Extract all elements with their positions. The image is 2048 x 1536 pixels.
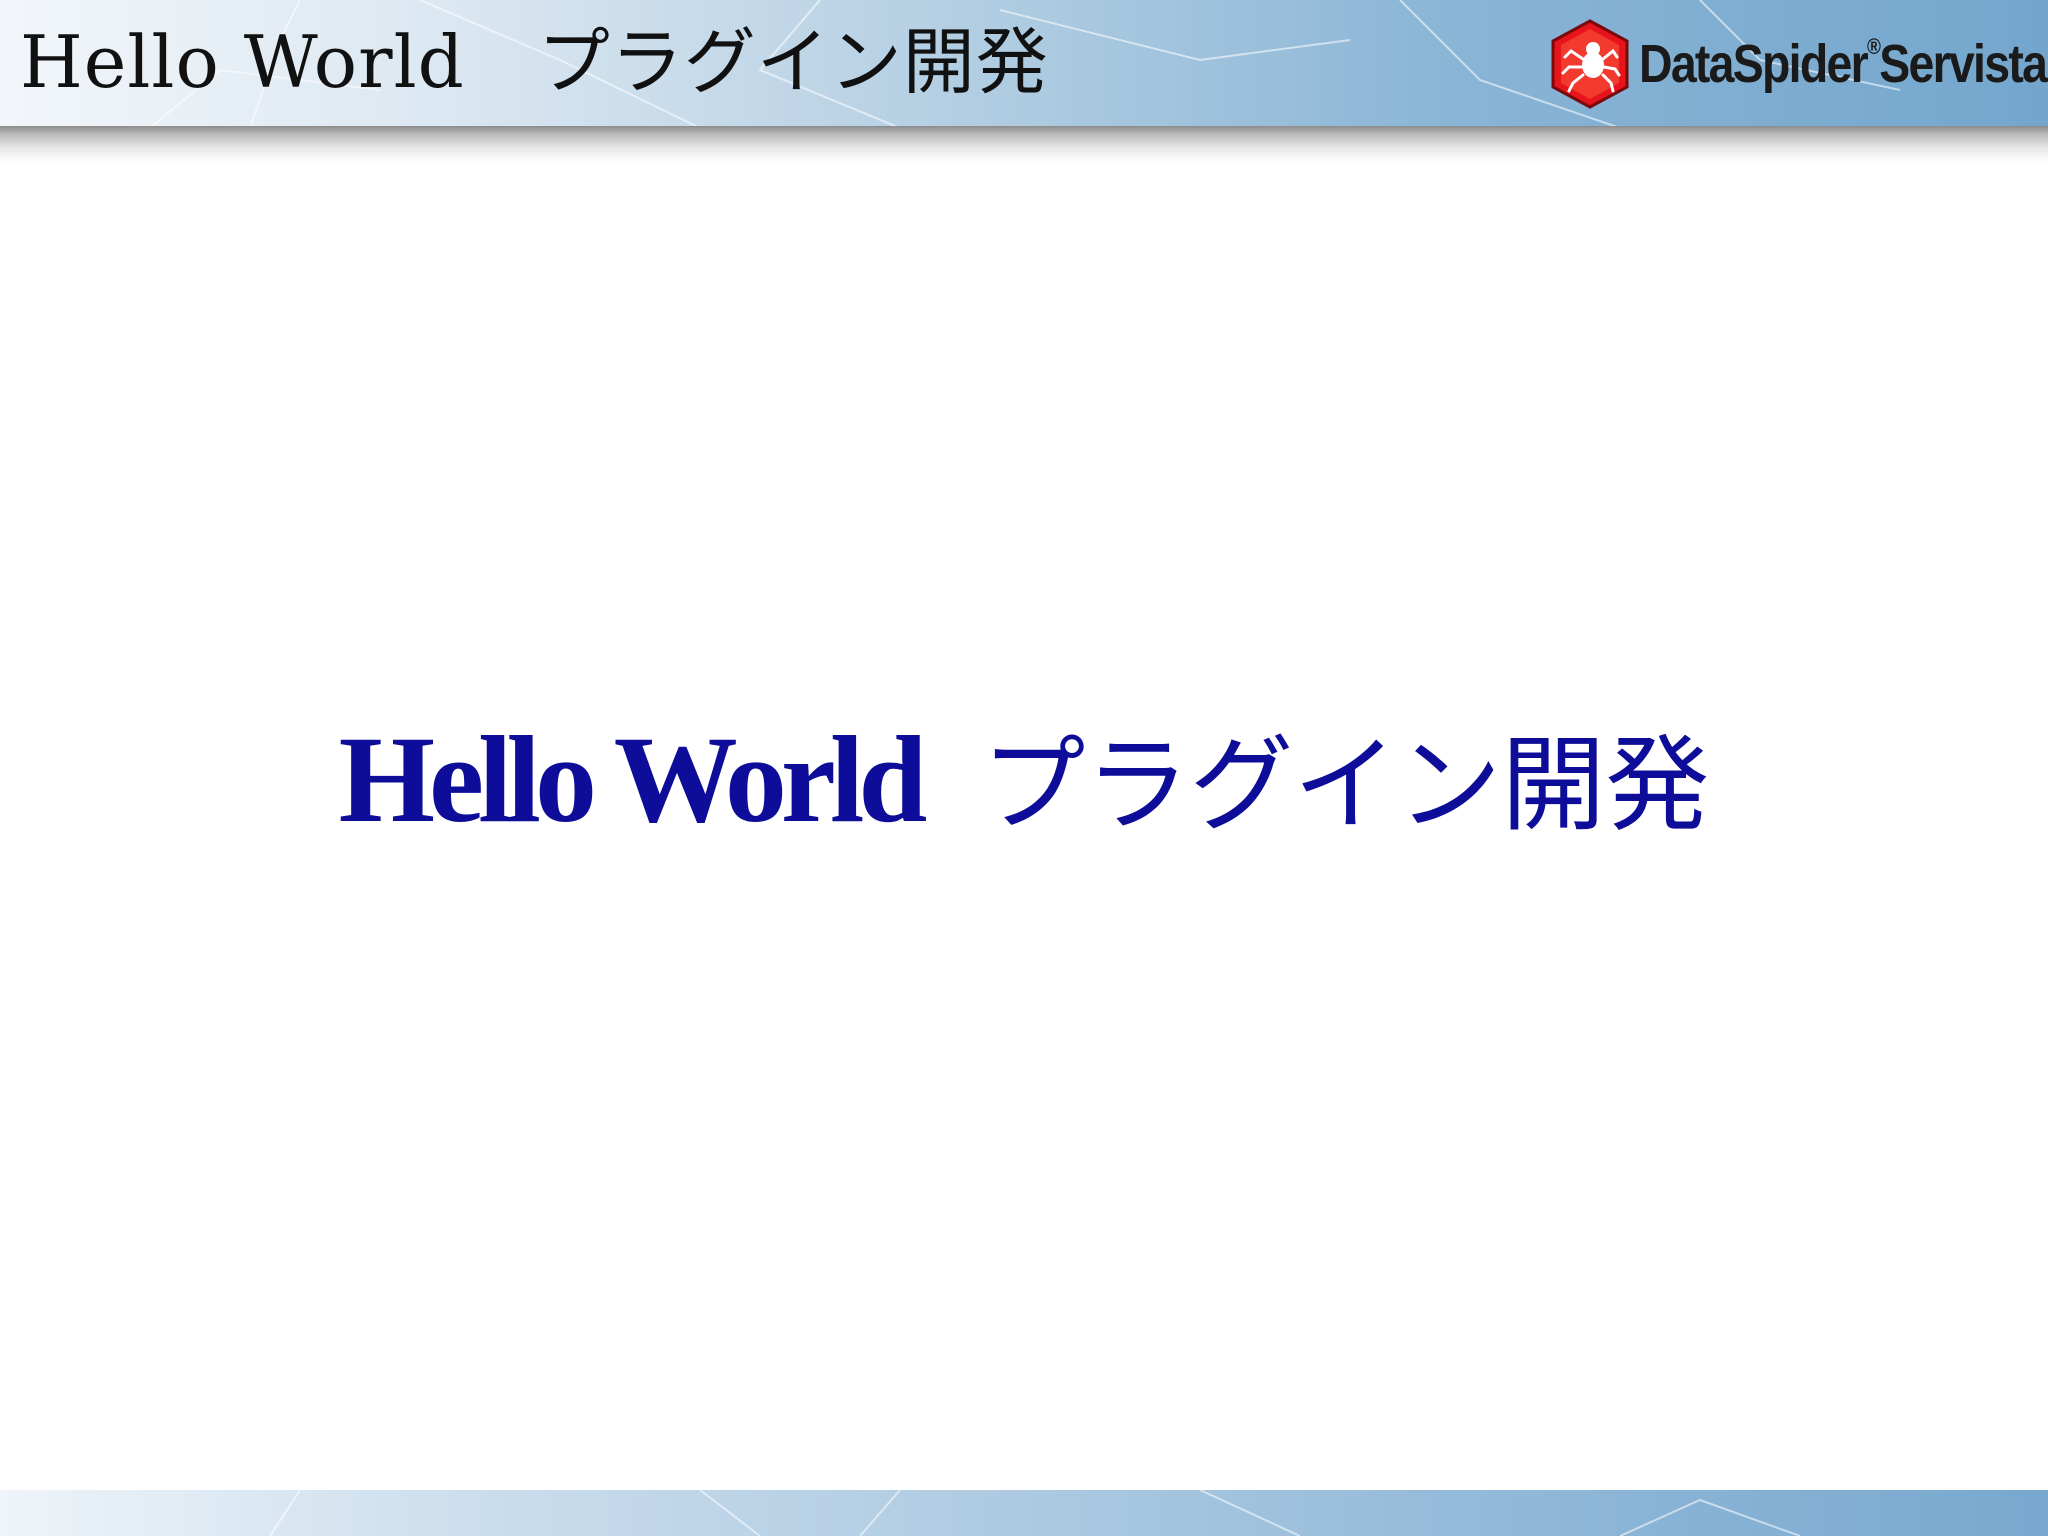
slide-title-english: Hello World (338, 711, 928, 848)
spider-logo-icon (1551, 19, 1629, 109)
registered-mark: ® (1866, 34, 1881, 59)
header-title: Hello World プラグイン開発 (20, 20, 1049, 104)
footer-decoration (269, 1490, 1801, 1536)
slide-title-japanese: プラグイン開発 (981, 724, 1710, 846)
slide-title: Hello World プラグイン開発 (0, 700, 2048, 860)
brand-wordmark: DataSpider®Servista (1638, 33, 2048, 95)
header-shadow (0, 126, 2048, 162)
brand-logo: DataSpider®Servista (1547, 16, 2047, 112)
brand-main-text: DataSpider (1638, 34, 1869, 94)
slide-footer (0, 1490, 2048, 1536)
slide-header: Hello World プラグイン開発 DataSpider®Servista (0, 0, 2048, 128)
brand-sub-text: Servista (1878, 34, 2048, 94)
